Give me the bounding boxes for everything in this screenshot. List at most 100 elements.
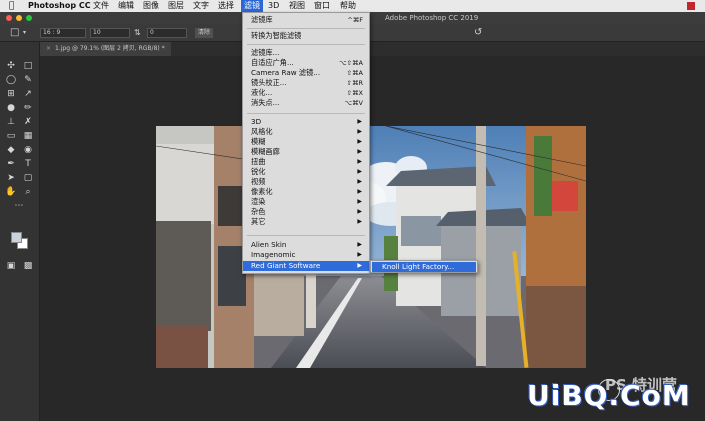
blur-icon[interactable]: ◆	[5, 144, 17, 156]
height-input[interactable]: 10	[90, 28, 130, 38]
minimize-window-icon[interactable]	[16, 15, 22, 21]
submenu-arrow-icon: ▶	[357, 218, 362, 225]
foreground-color-swatch[interactable]	[11, 232, 22, 243]
red-giant-submenu: Knoll Light Factory...	[370, 260, 478, 273]
ratio-select[interactable]: 16 : 9	[40, 28, 86, 38]
submenu-arrow-icon: ▶	[357, 208, 362, 215]
close-icon[interactable]: ×	[46, 45, 51, 52]
submenu-arrow-icon: ▶	[357, 118, 362, 125]
apple-icon[interactable]: 	[9, 0, 14, 12]
chevron-down-icon[interactable]: ▾	[23, 27, 26, 39]
menu-item-blur[interactable]: 模糊 ▶	[243, 137, 369, 147]
dodge-icon[interactable]: ◉	[22, 144, 34, 156]
status-indicator-icon	[687, 2, 695, 10]
menu-item-convert-smart-filter[interactable]: 转换为智能滤镜	[243, 31, 369, 41]
menu-image[interactable]: 图像	[143, 0, 159, 12]
screen-mode-icon[interactable]: ▩	[22, 260, 34, 272]
menu-item-distort[interactable]: 扭曲 ▶	[243, 157, 369, 167]
submenu-arrow-icon: ▶	[357, 251, 362, 258]
quick-mask-icon[interactable]: ▣	[5, 260, 17, 272]
more-icon[interactable]: ⋯	[13, 200, 25, 212]
menu-item-red-giant-software[interactable]: Red Giant Software ▶	[243, 261, 369, 271]
menu-edit[interactable]: 编辑	[118, 0, 134, 12]
menu-item-adaptive-wide-angle[interactable]: 自适应广角... ⌥⇧⌘A	[243, 58, 369, 68]
crop-tool-icon[interactable]: □	[10, 27, 19, 39]
document-tab-label: 1.jpg @ 79.1% (图层 2 拷贝, RGB/8) *	[55, 45, 165, 52]
menu-window[interactable]: 窗口	[314, 0, 330, 12]
angle-input[interactable]: 0	[147, 28, 187, 38]
submenu-arrow-icon: ▶	[357, 178, 362, 185]
menu-item-camera-raw[interactable]: Camera Raw 滤镜... ⇧⌘A	[243, 68, 369, 78]
menu-help[interactable]: 帮助	[340, 0, 356, 12]
menu-item-pixelate[interactable]: 像素化 ▶	[243, 187, 369, 197]
menu-item-filter-gallery-last[interactable]: 滤镜库 ^⌘F	[243, 15, 369, 25]
clear-button[interactable]: 清除	[195, 28, 214, 38]
submenu-arrow-icon: ▶	[357, 168, 362, 175]
menu-type[interactable]: 文字	[193, 0, 209, 12]
shape-icon[interactable]: ▢	[22, 172, 34, 184]
menu-3d[interactable]: 3D	[268, 0, 279, 12]
tools-panel: ✣ □ ◯ ✎ ⊞ ↗ ● ✏ ⊥ ✗ ▭ ▦ ◆ ◉ ✒ T ➤ ▢ ✋ ⌕ …	[0, 42, 40, 421]
menu-item-lens-correction[interactable]: 镜头校正... ⇧⌘R	[243, 78, 369, 88]
submenu-arrow-icon: ▶	[357, 128, 362, 135]
submenu-arrow-icon: ▶	[357, 158, 362, 165]
quick-select-icon[interactable]: ✎	[22, 74, 34, 86]
menu-item-filter-gallery[interactable]: 滤镜库...	[243, 48, 369, 58]
menu-item-noise[interactable]: 杂色 ▶	[243, 207, 369, 217]
marquee-icon[interactable]: □	[22, 60, 34, 72]
submenu-arrow-icon: ▶	[357, 262, 362, 269]
pen-icon[interactable]: ✒	[5, 158, 17, 170]
menu-app-name[interactable]: Photoshop CC	[28, 0, 91, 12]
zoom-icon[interactable]: ⌕	[22, 186, 34, 198]
maximize-window-icon[interactable]	[26, 15, 32, 21]
submenu-arrow-icon: ▶	[357, 188, 362, 195]
menu-separator	[247, 235, 365, 236]
lasso-icon[interactable]: ◯	[5, 74, 17, 86]
menu-select[interactable]: 选择	[218, 0, 234, 12]
healing-icon[interactable]: ●	[5, 102, 17, 114]
menu-item-stylize[interactable]: 风格化 ▶	[243, 127, 369, 137]
move-icon[interactable]: ✣	[5, 60, 17, 72]
submenu-arrow-icon: ▶	[357, 138, 362, 145]
brush-icon[interactable]: ✏	[22, 102, 34, 114]
menu-layer[interactable]: 图层	[168, 0, 184, 12]
stamp-icon[interactable]: ⊥	[5, 116, 17, 128]
type-icon[interactable]: T	[22, 158, 34, 170]
menu-item-other[interactable]: 其它 ▶	[243, 217, 369, 227]
menu-item-vanishing-point[interactable]: 消失点... ⌥⌘V	[243, 98, 369, 108]
rotate-icon[interactable]: ⇅	[134, 27, 141, 39]
close-window-icon[interactable]	[6, 15, 12, 21]
submenu-arrow-icon: ▶	[357, 198, 362, 205]
menu-file[interactable]: 文件	[93, 0, 109, 12]
menu-separator	[247, 28, 365, 29]
reset-icon[interactable]: ↺	[474, 27, 482, 39]
menu-separator	[247, 113, 365, 114]
canvas-image[interactable]	[156, 126, 586, 368]
path-select-icon[interactable]: ➤	[5, 172, 17, 184]
menu-item-liquify[interactable]: 液化... ⇧⌘X	[243, 88, 369, 98]
crop-icon[interactable]: ⊞	[5, 88, 17, 100]
window-title: Adobe Photoshop CC 2019	[385, 14, 479, 22]
menu-separator	[247, 44, 365, 45]
document-tabs: × 1.jpg @ 79.1% (图层 2 拷贝, RGB/8) *	[40, 42, 705, 56]
document-tab[interactable]: × 1.jpg @ 79.1% (图层 2 拷贝, RGB/8) *	[40, 42, 171, 56]
street-photo	[156, 126, 586, 368]
hand-icon[interactable]: ✋	[5, 186, 17, 198]
menu-item-alien-skin[interactable]: Alien Skin ▶	[243, 240, 369, 250]
menu-item-knoll-light-factory[interactable]: Knoll Light Factory...	[372, 262, 476, 272]
menu-item-render[interactable]: 渲染 ▶	[243, 197, 369, 207]
watermark-site-logo: UiBQ.CoM	[527, 379, 691, 412]
menu-item-3d[interactable]: 3D ▶	[243, 117, 369, 127]
menu-filter[interactable]: 滤镜	[241, 0, 263, 12]
mac-menubar:  Photoshop CC 文件 编辑 图像 图层 文字 选择 滤镜 3D 视…	[0, 0, 705, 12]
gradient-icon[interactable]: ▦	[22, 130, 34, 142]
eyedropper-icon[interactable]: ↗	[22, 88, 34, 100]
menu-item-sharpen[interactable]: 锐化 ▶	[243, 167, 369, 177]
menu-item-imagenomic[interactable]: Imagenomic ▶	[243, 250, 369, 260]
menu-item-video[interactable]: 视频 ▶	[243, 177, 369, 187]
photoshop-window:  Photoshop CC 文件 编辑 图像 图层 文字 选择 滤镜 3D 视…	[0, 0, 705, 421]
eraser-icon[interactable]: ▭	[5, 130, 17, 142]
history-brush-icon[interactable]: ✗	[22, 116, 34, 128]
menu-view[interactable]: 视图	[289, 0, 305, 12]
menu-item-blur-gallery[interactable]: 模糊画廊 ▶	[243, 147, 369, 157]
